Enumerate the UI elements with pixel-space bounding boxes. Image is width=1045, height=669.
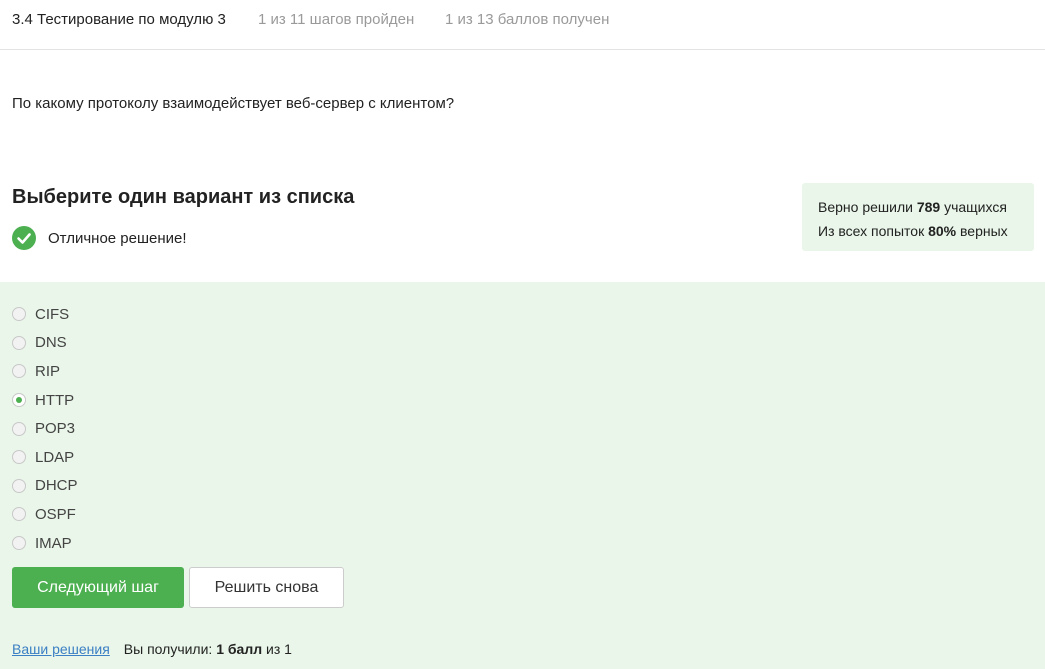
solved-count: 789 <box>916 199 941 215</box>
lesson-title[interactable]: 3.4 Тестирование по модулю 3 <box>12 11 226 28</box>
option-label: RIP <box>35 362 61 380</box>
option-item[interactable]: HTTP <box>12 386 78 415</box>
option-item[interactable]: DHCP <box>12 472 78 501</box>
radio-unchecked[interactable] <box>12 421 26 436</box>
result-message: Отличное решение! <box>12 226 187 250</box>
option-item[interactable]: LDAP <box>12 443 78 472</box>
next-step-button[interactable]: Следующий шаг <box>12 567 184 608</box>
steps-progress: 1 из 11 шагов пройден <box>258 11 415 28</box>
option-label: POP3 <box>35 420 76 438</box>
option-label: LDAP <box>35 448 75 466</box>
radio-checked[interactable] <box>12 393 26 408</box>
option-label: OSPF <box>35 505 76 523</box>
option-label: DNS <box>35 334 67 352</box>
option-item[interactable]: IMAP <box>12 529 78 558</box>
your-solutions-link[interactable]: Ваши решения <box>12 641 110 657</box>
stats-box: Верно решили 789 учащихся Из всех попыто… <box>802 183 1034 251</box>
score-text: Вы получили: 1 балл из 1 <box>123 641 292 657</box>
answer-panel: CIFS DNS RIP HTTP POP3 LDAP DHCP OSPF IMAP Следу… <box>0 282 1045 669</box>
lesson-header: 3.4 Тестирование по модулю 3 1 из 11 шаг… <box>0 0 1045 50</box>
points-progress: 1 из 13 баллов получен <box>445 11 610 28</box>
result-text: Отличное решение! <box>48 229 187 247</box>
score-value: 1 балл <box>216 641 263 657</box>
option-label: IMAP <box>35 534 72 552</box>
radio-unchecked[interactable] <box>12 450 26 465</box>
submission-footer: Ваши решения Вы получили: 1 балл из 1 <box>12 641 292 657</box>
retry-button[interactable]: Решить снова <box>189 567 344 608</box>
radio-unchecked[interactable] <box>12 364 26 379</box>
option-item[interactable]: CIFS <box>12 300 78 329</box>
option-label: DHCP <box>35 477 78 495</box>
radio-unchecked[interactable] <box>12 307 26 322</box>
options-list: CIFS DNS RIP HTTP POP3 LDAP DHCP OSPF IMAP <box>12 300 78 557</box>
radio-unchecked[interactable] <box>12 478 26 493</box>
option-item[interactable]: RIP <box>12 357 78 386</box>
option-item[interactable]: DNS <box>12 329 78 358</box>
check-circle-icon <box>12 226 36 250</box>
success-percent: 80% <box>928 223 957 239</box>
question-text: По какому протоколу взаимодействует веб-… <box>12 95 455 112</box>
radio-unchecked[interactable] <box>12 507 26 522</box>
option-label: HTTP <box>35 391 75 409</box>
radio-unchecked[interactable] <box>12 335 26 350</box>
stats-percent-line: Из всех попыток 80% верных <box>818 223 1008 239</box>
option-item[interactable]: POP3 <box>12 414 78 443</box>
choose-title: Выберите один вариант из списка <box>12 186 355 208</box>
stats-solved-line: Верно решили 789 учащихся <box>818 199 1007 215</box>
option-label: CIFS <box>35 305 70 323</box>
option-item[interactable]: OSPF <box>12 500 78 529</box>
radio-unchecked[interactable] <box>12 536 26 551</box>
